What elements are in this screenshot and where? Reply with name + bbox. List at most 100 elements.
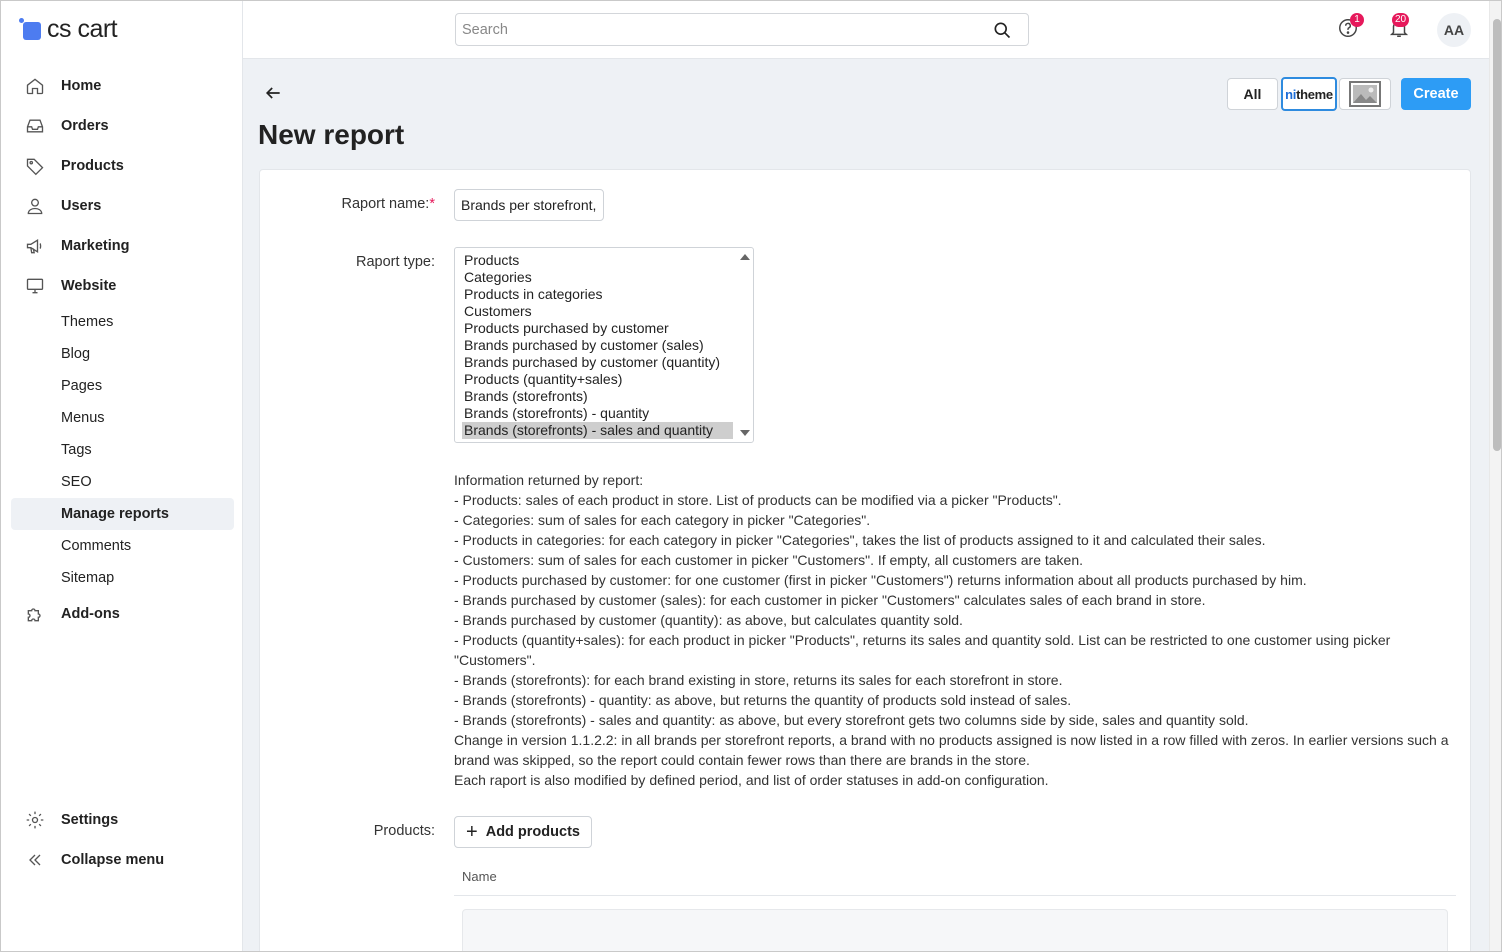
app-window: cs cart Home Orders Products Users Marke…: [0, 0, 1502, 952]
search-input[interactable]: [456, 14, 976, 45]
sidebar-item-users[interactable]: Users: [11, 190, 234, 222]
sidebar-collapse-button[interactable]: Collapse menu: [11, 844, 234, 876]
sidebar-item-home[interactable]: Home: [11, 70, 234, 102]
info-line: - Products (quantity+sales): for each pr…: [454, 632, 1391, 668]
sidebar-item-addons[interactable]: Add-ons: [11, 598, 234, 630]
sidebar-item-settings[interactable]: Settings: [11, 804, 234, 836]
page-title: New report: [258, 119, 405, 150]
sidebar-subitem-comments[interactable]: Comments: [11, 530, 234, 562]
theme-button-label: theme: [1296, 86, 1333, 102]
info-line: - Categories: sum of sales for each cate…: [454, 512, 871, 528]
info-line: Information returned by report:: [454, 472, 644, 488]
monitor-icon: [23, 274, 47, 298]
search-icon[interactable]: [992, 20, 1012, 45]
info-line: - Brands purchased by customer (sales): …: [454, 592, 1206, 608]
tag-icon: [23, 154, 47, 178]
search-box: [455, 13, 1029, 46]
report-type-option[interactable]: Products (quantity+sales): [462, 371, 622, 388]
sidebar-item-label: Users: [61, 198, 102, 214]
products-list-area: [462, 909, 1448, 951]
add-products-button[interactable]: + Add products: [454, 816, 592, 848]
info-line: Change in version 1.1.2.2: in all brands…: [454, 732, 1449, 768]
sidebar-item-label: Settings: [61, 812, 119, 828]
sidebar-subitem-label: Tags: [61, 442, 92, 458]
sidebar-item-products[interactable]: Products: [11, 150, 234, 182]
avatar[interactable]: AA: [1437, 13, 1471, 47]
report-type-option[interactable]: Products in categories: [462, 286, 603, 303]
sidebar-item-label: Home: [61, 78, 102, 94]
report-type-option[interactable]: Products purchased by customer: [462, 320, 669, 337]
back-button[interactable]: [263, 83, 285, 105]
report-info-text: Information returned by report: - Produc…: [454, 470, 1454, 790]
sidebar-subitem-label: Comments: [61, 538, 132, 554]
all-button[interactable]: All: [1227, 78, 1278, 110]
logo[interactable]: cs cart: [19, 14, 118, 43]
megaphone-icon: [23, 234, 47, 258]
sidebar-subitem-sitemap[interactable]: Sitemap: [11, 562, 234, 594]
report-type-option[interactable]: Brands purchased by customer (sales): [462, 337, 704, 354]
products-column-name: Name: [462, 869, 497, 884]
gear-icon: [23, 808, 47, 832]
puzzle-icon: [23, 602, 47, 626]
sidebar-item-orders[interactable]: Orders: [11, 110, 234, 142]
sidebar-subitem-menus[interactable]: Menus: [11, 402, 234, 434]
sidebar-subitem-pages[interactable]: Pages: [11, 370, 234, 402]
sidebar-subitem-label: Sitemap: [61, 570, 115, 586]
report-type-option[interactable]: Brands (storefronts): [462, 388, 588, 405]
report-name-label: Raport name:*: [255, 196, 435, 212]
theme-button[interactable]: ni theme: [1281, 77, 1337, 111]
help-button[interactable]: 1: [1337, 13, 1364, 41]
sidebar-subitem-label: SEO: [61, 474, 92, 490]
sidebar-subitem-label: Pages: [61, 378, 103, 394]
image-button[interactable]: [1339, 78, 1391, 110]
page-scrollbar[interactable]: [1489, 1, 1501, 951]
sidebar-item-label: Add-ons: [61, 606, 120, 622]
add-products-label: Add products: [485, 824, 580, 840]
create-button[interactable]: Create: [1401, 78, 1471, 110]
sidebar-item-label: Orders: [61, 118, 109, 134]
info-line: - Brands (storefronts) - sales and quant…: [454, 712, 1249, 728]
report-type-option[interactable]: Products: [462, 252, 519, 269]
sidebar-subitem-themes[interactable]: Themes: [11, 306, 234, 338]
report-type-option-selected[interactable]: Brands (storefronts) - sales and quantit…: [462, 422, 733, 439]
sidebar-item-label: Marketing: [61, 238, 130, 254]
info-line: - Customers: sum of sales for each custo…: [454, 552, 1084, 568]
sidebar-subitem-blog[interactable]: Blog: [11, 338, 234, 370]
sidebar-subitem-label: Manage reports: [61, 506, 169, 522]
sidebar-subitem-label: Themes: [61, 314, 114, 330]
products-label: Products:: [373, 823, 435, 839]
top-bar: 1 20 AA: [243, 1, 1489, 59]
sidebar-item-marketing[interactable]: Marketing: [11, 230, 234, 262]
info-line: - Brands purchased by customer (quantity…: [454, 612, 963, 628]
sidebar-subitem-label: Menus: [61, 410, 105, 426]
sidebar-subitem-manage-reports[interactable]: Manage reports: [11, 498, 234, 530]
logo-text: cs cart: [47, 14, 118, 43]
report-type-option[interactable]: Categories: [462, 269, 532, 286]
sidebar-item-label: Website: [61, 278, 117, 294]
sidebar-item-website[interactable]: Website: [11, 270, 234, 302]
plus-icon: +: [466, 821, 478, 843]
sidebar-subitem-label: Blog: [61, 346, 91, 362]
info-line: - Products purchased by customer: for on…: [454, 572, 1307, 588]
info-line: - Brands (storefronts): for each brand e…: [454, 672, 1063, 688]
report-type-option[interactable]: Brands purchased by customer (quantity): [462, 354, 720, 371]
report-name-label-text: Raport name:: [341, 196, 430, 212]
listbox-scroll-up-icon[interactable]: [740, 254, 750, 260]
listbox-scroll-down-icon[interactable]: [740, 430, 750, 436]
report-type-option[interactable]: Customers: [462, 303, 532, 320]
sidebar-subitem-seo[interactable]: SEO: [11, 466, 234, 498]
notifications-button[interactable]: 20: [1388, 13, 1412, 41]
scrollbar-thumb[interactable]: [1493, 19, 1501, 451]
report-type-listbox[interactable]: Products Categories Products in categori…: [454, 247, 754, 443]
image-placeholder-icon: [1349, 81, 1381, 107]
sidebar-subitem-tags[interactable]: Tags: [11, 434, 234, 466]
arrow-left-icon: [265, 87, 280, 99]
report-type-option[interactable]: Brands (storefronts) - quantity: [462, 405, 649, 422]
info-line: - Brands (storefronts) - quantity: as ab…: [454, 692, 1072, 708]
info-line: - Products: sales of each product in sto…: [454, 492, 1062, 508]
home-icon: [23, 74, 47, 98]
report-name-input[interactable]: [454, 189, 604, 221]
info-line: Each raport is also modified by defined …: [454, 772, 1049, 788]
double-chevron-left-icon: [23, 848, 47, 872]
theme-button-prefix: ni: [1285, 86, 1297, 102]
